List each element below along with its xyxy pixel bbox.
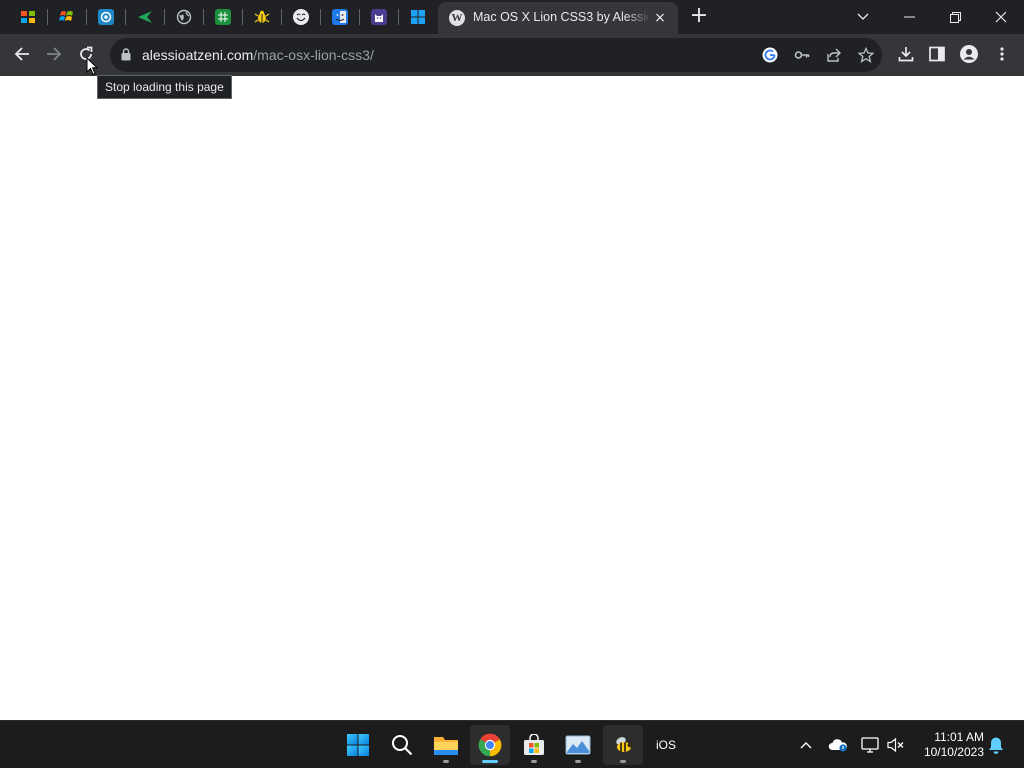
taskbar-app-chrome[interactable]	[470, 725, 510, 765]
arrow-left-icon	[14, 47, 29, 61]
chrome-icon	[478, 733, 502, 757]
taskbar-app-store[interactable]	[514, 725, 554, 765]
taskbar-app-bee[interactable]	[603, 725, 643, 765]
tab-title: Mac OS X Lion CSS3 by Alessio Atzeni	[473, 10, 651, 24]
close-icon	[995, 11, 1007, 23]
reload-tooltip: Stop loading this page	[97, 75, 232, 99]
pinned-tab-6[interactable]	[204, 4, 242, 30]
pinned-tab-9[interactable]	[321, 4, 359, 30]
show-hidden-icons-button[interactable]	[796, 735, 816, 755]
volume-muted-icon	[887, 737, 904, 753]
page-content[interactable]	[0, 76, 1024, 720]
address-bar[interactable]: alessioatzeni.com/mac-osx-lion-css3/	[110, 38, 882, 72]
back-button[interactable]	[7, 39, 37, 69]
windows-flag-icon	[20, 9, 36, 25]
running-indicator	[575, 760, 581, 763]
clock-date: 10/10/2023	[923, 745, 984, 759]
taskbar-app-photos[interactable]	[558, 725, 598, 765]
key-icon[interactable]	[793, 46, 811, 64]
ios-text-icon: iOS	[655, 738, 676, 752]
taskbar-app-ios[interactable]: iOS	[646, 725, 686, 765]
pinned-tab-10[interactable]	[360, 4, 398, 30]
menu-button[interactable]	[987, 39, 1017, 69]
taskbar: iOS 11:01 AM 10/10/2023	[0, 720, 1024, 768]
chevron-up-icon	[800, 742, 812, 749]
search-button[interactable]	[382, 725, 422, 765]
close-icon[interactable]: ×	[652, 10, 668, 26]
file-explorer-icon	[434, 737, 458, 755]
windows11-icon	[410, 9, 426, 25]
arrow-right-icon	[47, 47, 62, 61]
bookmark-star-icon[interactable]	[857, 46, 875, 64]
bee-app-icon	[616, 737, 633, 752]
onedrive-button[interactable]	[828, 735, 848, 755]
tab-active[interactable]: W Mac OS X Lion CSS3 by Alessio Atzeni ×	[438, 2, 678, 34]
start-icon	[347, 734, 369, 756]
camera-lens-icon	[98, 9, 114, 25]
minimize-button[interactable]	[886, 0, 932, 34]
clock-time: 11:01 AM	[934, 730, 984, 744]
share-icon[interactable]	[825, 46, 843, 64]
pinned-tab-4[interactable]	[126, 4, 164, 30]
browser-toolbar: alessioatzeni.com/mac-osx-lion-css3/	[0, 34, 1024, 76]
search-icon	[392, 735, 413, 756]
profile-button[interactable]	[954, 39, 984, 69]
finder-icon	[332, 9, 348, 25]
side-panel-icon	[929, 46, 945, 62]
running-indicator	[531, 760, 537, 763]
new-tab-button[interactable]: +	[688, 5, 710, 27]
system-clock[interactable]: 11:01 AM 10/10/2023	[916, 730, 984, 760]
pinned-tab-8[interactable]	[282, 4, 320, 30]
download-icon	[898, 47, 914, 62]
taskbar-app-file-explorer[interactable]	[426, 725, 466, 765]
spreadsheet-icon	[215, 9, 231, 25]
notifications-button[interactable]	[986, 735, 1006, 755]
pinned-tab-5[interactable]	[165, 4, 203, 30]
monitor-network-icon	[861, 737, 879, 753]
tab-strip: W Mac OS X Lion CSS3 by Alessio Atzeni ×…	[0, 0, 1024, 34]
microsoft-store-icon	[524, 734, 544, 755]
pinned-tab-2[interactable]	[48, 4, 86, 30]
google-lens-icon[interactable]	[761, 46, 779, 64]
forward-button[interactable]	[39, 39, 69, 69]
volume-button[interactable]	[886, 735, 906, 755]
url-domain: alessioatzeni.com	[142, 47, 254, 63]
url-text[interactable]: alessioatzeni.com/mac-osx-lion-css3/	[142, 47, 374, 63]
pinned-tab-1[interactable]	[9, 4, 47, 30]
start-button[interactable]	[338, 725, 378, 765]
avatar-icon	[960, 45, 978, 63]
running-indicator	[443, 760, 449, 763]
globe-icon	[176, 9, 192, 25]
photos-icon	[565, 735, 591, 755]
bell-icon	[989, 737, 1003, 754]
close-window-button[interactable]	[978, 0, 1024, 34]
troll-face-icon	[293, 9, 309, 25]
pinned-tab-3[interactable]	[87, 4, 125, 30]
network-button[interactable]	[860, 735, 880, 755]
url-path: /mac-osx-lion-css3/	[253, 47, 374, 63]
bug-icon	[254, 9, 270, 25]
running-indicator	[620, 760, 626, 763]
running-indicator	[482, 760, 498, 763]
restore-button[interactable]	[932, 0, 978, 34]
pinned-tab-7[interactable]	[243, 4, 281, 30]
cat-icon	[371, 9, 387, 25]
downloads-button[interactable]	[891, 39, 921, 69]
lock-icon[interactable]	[121, 48, 131, 61]
wordpress-icon: W	[449, 10, 465, 26]
restore-icon	[949, 11, 961, 23]
green-arrow-icon	[137, 9, 153, 25]
more-vertical-icon	[1000, 47, 1004, 61]
side-panel-button[interactable]	[922, 39, 952, 69]
minimize-icon	[903, 16, 915, 18]
windows-xp-icon	[59, 9, 75, 25]
chevron-down-icon	[857, 13, 869, 20]
tab-search-button[interactable]	[840, 0, 886, 34]
mouse-cursor-icon	[86, 57, 98, 76]
pinned-tab-11[interactable]	[399, 4, 437, 30]
onedrive-icon	[828, 739, 847, 752]
